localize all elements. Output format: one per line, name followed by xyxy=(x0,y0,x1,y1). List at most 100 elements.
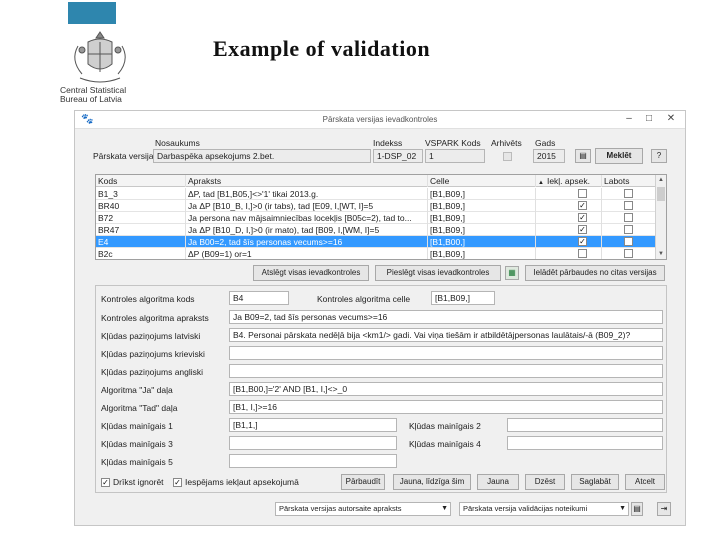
row-included: ✓ xyxy=(536,224,602,236)
search-button[interactable]: Meklēt xyxy=(595,148,643,164)
version-code-field[interactable]: 1 xyxy=(425,149,485,163)
col-cell[interactable]: Celle xyxy=(428,175,536,187)
scroll-thumb[interactable] xyxy=(657,187,665,201)
include-survey-label: Iespējams iekļaut apsekojumā xyxy=(185,477,299,487)
footer-exit-button[interactable]: ⇥ xyxy=(657,502,671,516)
row-included xyxy=(536,248,602,259)
if-part-field[interactable]: [B1,B00,]='2' AND [B1, I,]<>_0 xyxy=(229,382,663,396)
error-en-label: Kļūdas paziņojums angliski xyxy=(101,367,204,377)
error-ru-label: Kļūdas paziņojums krieviski xyxy=(101,349,205,359)
help-icon: ? xyxy=(656,151,662,160)
fixed-checkbox[interactable] xyxy=(624,249,633,258)
new-like-this-button[interactable]: Jauna, līdzīga šim xyxy=(393,474,471,490)
error-lv-field[interactable]: B4. Personai pārskata nedēļā bija <km1/>… xyxy=(229,328,663,342)
included-checkbox[interactable]: ✓ xyxy=(578,237,587,246)
row-code: B1_3 xyxy=(96,188,186,200)
ignore-allowed-label: Drīkst ignorēt xyxy=(113,477,164,487)
algorithm-cell-field[interactable]: [B1,B09,] xyxy=(431,291,495,305)
col-description[interactable]: Apraksts xyxy=(186,175,428,187)
folder-icon: ▤ xyxy=(579,151,587,160)
cancel-button[interactable]: Atcelt xyxy=(625,474,665,490)
table-row[interactable]: BR47 Ja ΔP [B10_D, I,]>0 (ir mato), tad [… xyxy=(96,224,656,236)
algorithm-desc-label: Kontroles algoritma apraksts xyxy=(101,313,209,323)
row-code: B2c xyxy=(96,248,186,259)
table-row[interactable]: B2c ΔP (B09=1) or=1 [B1,B09,] xyxy=(96,248,656,259)
included-checkbox[interactable]: ✓ xyxy=(578,201,587,210)
algorithm-code-label: Kontroles algoritma kods xyxy=(101,294,195,304)
scroll-down-icon[interactable]: ▼ xyxy=(656,249,666,259)
help-button[interactable]: ? xyxy=(651,149,667,163)
row-description: ΔP (B09=1) or=1 xyxy=(186,248,428,259)
error-lv-label: Kļūdas paziņojums latviski xyxy=(101,331,201,341)
activate-selected-button[interactable]: Pieslēgt visas ievadkontroles xyxy=(375,265,501,281)
excel-export-button[interactable]: ▦ xyxy=(505,266,519,280)
deselect-all-button[interactable]: Atslēgt visas ievadkontroles xyxy=(253,265,369,281)
row-cell: [B1,B09,] xyxy=(428,200,536,212)
grid-header: Kods Apraksts Celle ▲ Iekļ. apsek. Labots xyxy=(96,175,656,187)
row-code: BR47 xyxy=(96,224,186,236)
ignore-allowed-checkbox[interactable]: ✓ xyxy=(101,478,110,487)
col-included-label: Iekļ. apsek. xyxy=(546,176,590,186)
fixed-checkbox[interactable] xyxy=(624,189,633,198)
algorithm-cell-label: Kontroles algoritma celle xyxy=(317,294,411,304)
row-fixed xyxy=(602,200,656,212)
row-code: B72 xyxy=(96,212,186,224)
new-button[interactable]: Jauna xyxy=(477,474,519,490)
fixed-checkbox[interactable] xyxy=(624,237,633,246)
close-button[interactable]: ✕ xyxy=(661,113,681,126)
error-var1-field[interactable]: [B1,1,] xyxy=(229,418,397,432)
archive-header: Arhivēts xyxy=(491,138,522,148)
algorithm-code-field[interactable]: B4 xyxy=(229,291,289,305)
footer-folder-button[interactable]: ▤ xyxy=(631,502,643,516)
copy-from-other-button[interactable]: Ielādēt pārbaudes no citas versijas xyxy=(525,265,665,281)
error-var2-label: Kļūdas mainīgais 2 xyxy=(409,421,481,431)
year-field[interactable]: 2015 xyxy=(533,149,565,163)
exit-icon: ⇥ xyxy=(660,504,668,513)
scroll-up-icon[interactable]: ▲ xyxy=(656,175,666,185)
row-description: Ja ΔP [B10_B, I,]>0 (ir tabs), tad [E09,… xyxy=(186,200,428,212)
error-var4-field[interactable] xyxy=(507,436,663,450)
error-var2-field[interactable] xyxy=(507,418,663,432)
row-fixed xyxy=(602,236,656,248)
minimize-button[interactable]: – xyxy=(619,113,639,126)
save-button[interactable]: Saglabāt xyxy=(571,474,619,490)
table-row[interactable]: BR40 Ja ΔP [B10_B, I,]>0 (ir tabs), tad [… xyxy=(96,200,656,212)
version-index-field[interactable]: 1-DSP_02 xyxy=(373,149,423,163)
maximize-button[interactable]: □ xyxy=(639,113,659,126)
error-var5-field[interactable] xyxy=(229,454,397,468)
footer-select-1[interactable]: Pārskata versijas autorsaite apraksts ▼ xyxy=(275,502,451,516)
open-folder-button[interactable]: ▤ xyxy=(575,149,591,163)
check-button[interactable]: Pārbaudīt xyxy=(341,474,385,490)
included-checkbox[interactable] xyxy=(578,189,587,198)
footer-select-2-text: Pārskata versija validācijas noteikumi xyxy=(463,504,588,513)
grid-scrollbar[interactable]: ▲ ▼ xyxy=(655,175,666,259)
include-survey-checkbox[interactable]: ✓ xyxy=(173,478,182,487)
row-description: Ja ΔP [B10_D, I,]>0 (ir mato), tad [B09,… xyxy=(186,224,428,236)
included-checkbox[interactable] xyxy=(578,249,587,258)
row-included: ✓ xyxy=(536,200,602,212)
algorithm-desc-field[interactable]: Ja B09=2, tad šīs personas vecums>=16 xyxy=(229,310,663,324)
then-part-field[interactable]: [B1, I,]>=16 xyxy=(229,400,663,414)
table-row[interactable]: E4 Ja B00=2, tad šīs personas vecums>=16[… xyxy=(96,236,656,248)
delete-button[interactable]: Dzēst xyxy=(525,474,565,490)
footer-select-2[interactable]: Pārskata versija validācijas noteikumi ▼ xyxy=(459,502,629,516)
error-en-field[interactable] xyxy=(229,364,663,378)
table-row[interactable]: B1_3 ΔP, tad [B1,B05,]<>'1' tikai 2013.g.… xyxy=(96,188,656,200)
row-cell: [B1,B00,] xyxy=(428,236,536,248)
col-code[interactable]: Kods xyxy=(96,175,186,187)
col-included[interactable]: ▲ Iekļ. apsek. xyxy=(536,175,602,187)
fixed-checkbox[interactable] xyxy=(624,201,633,210)
then-part-label: Algoritma "Tad" daļa xyxy=(101,403,178,413)
row-cell: [B1,B09,] xyxy=(428,224,536,236)
row-code: BR40 xyxy=(96,200,186,212)
col-fixed[interactable]: Labots xyxy=(602,175,656,187)
version-name-field[interactable]: Darbaspēka apsekojums 2.bet. xyxy=(153,149,371,163)
fixed-checkbox[interactable] xyxy=(624,213,633,222)
fixed-checkbox[interactable] xyxy=(624,225,633,234)
error-var3-field[interactable] xyxy=(229,436,397,450)
table-row[interactable]: B72 Ja persona nav mājsaimniecības locekļ… xyxy=(96,212,656,224)
error-ru-field[interactable] xyxy=(229,346,663,360)
included-checkbox[interactable]: ✓ xyxy=(578,213,587,222)
included-checkbox[interactable]: ✓ xyxy=(578,225,587,234)
archived-checkbox[interactable] xyxy=(503,152,512,161)
